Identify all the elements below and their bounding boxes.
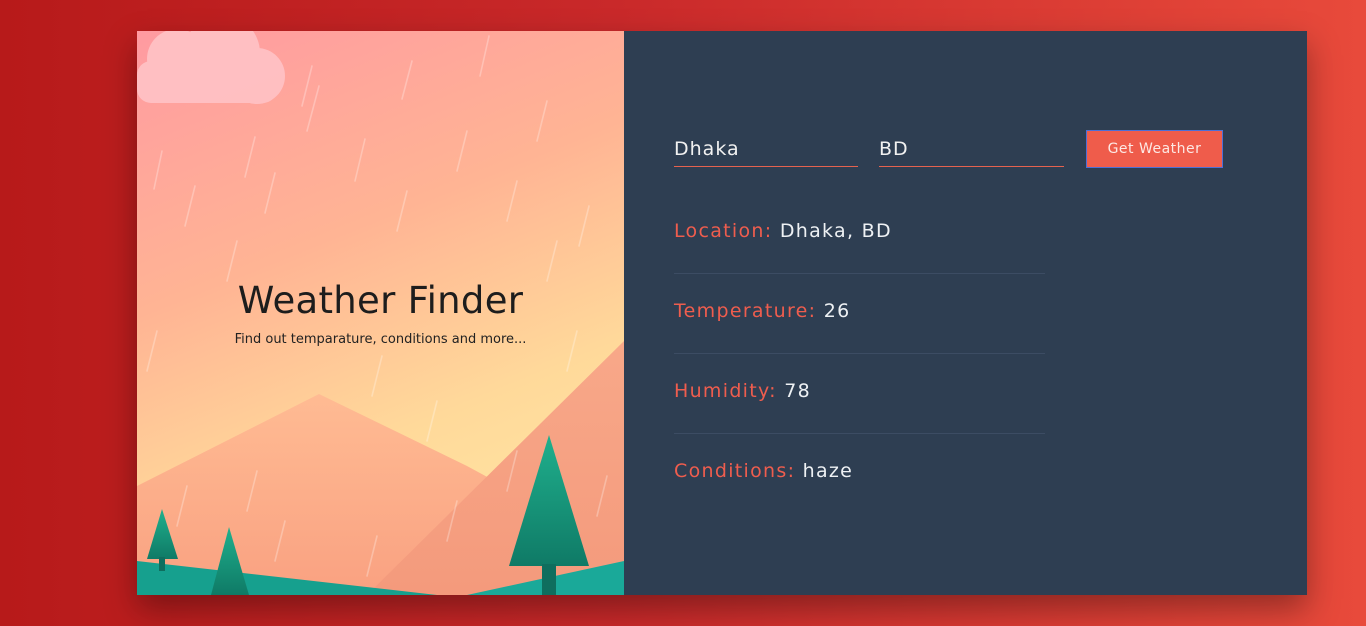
location-row: Location: Dhaka, BD [674,217,1045,274]
hero-block: Weather Finder Find out temparature, con… [137,279,624,347]
conditions-value: haze [802,460,854,482]
app-subtitle: Find out temparature, conditions and mor… [234,332,527,347]
city-input[interactable] [674,132,858,167]
illustration-panel: Weather Finder Find out temparature, con… [137,31,624,595]
form-panel: Get Weather Location: Dhaka, BD Temperat… [624,31,1307,595]
get-weather-button[interactable]: Get Weather [1086,130,1223,168]
country-input[interactable] [879,132,1064,167]
humidity-row: Humidity: 78 [674,377,1045,434]
temperature-label: Temperature: [674,300,824,322]
temperature-row: Temperature: 26 [674,297,1045,354]
location-label: Location: [674,220,780,242]
weather-card: Weather Finder Find out temparature, con… [137,31,1307,595]
conditions-label: Conditions: [674,460,803,482]
temperature-value: 26 [823,300,851,322]
humidity-value: 78 [784,380,811,402]
location-value: Dhaka, BD [779,220,892,242]
app-title: Weather Finder [237,279,524,322]
conditions-row: Conditions: haze [674,457,1045,513]
humidity-label: Humidity: [674,380,785,402]
